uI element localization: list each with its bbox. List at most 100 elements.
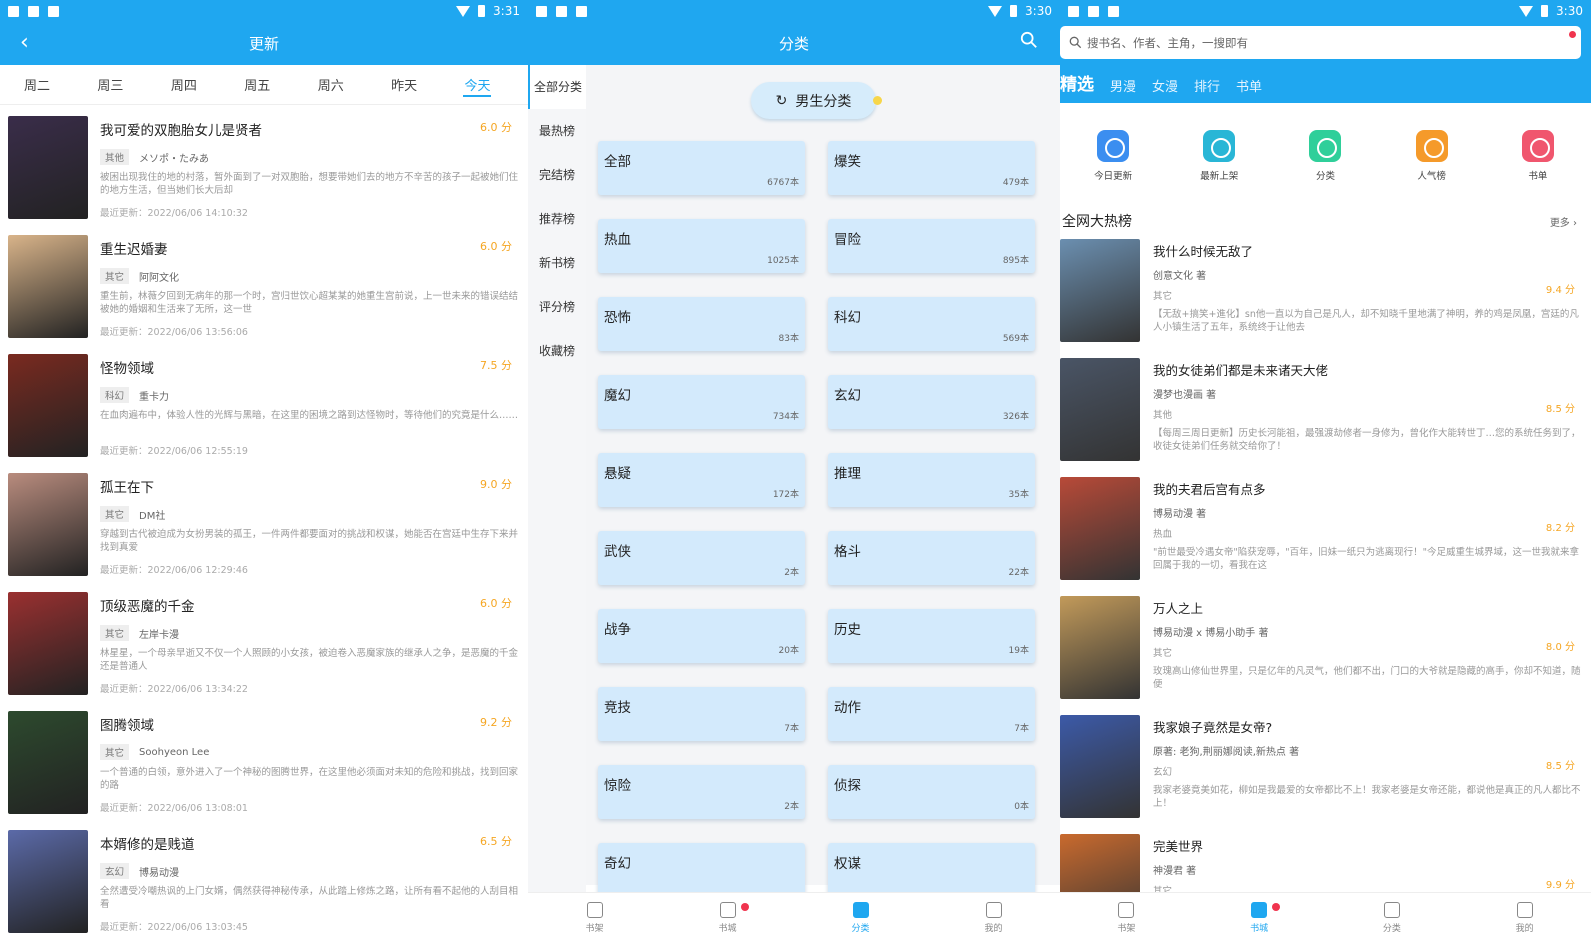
category-card[interactable]: 热血 1025本 bbox=[598, 219, 805, 273]
tab-day-0[interactable]: 周二 bbox=[14, 75, 87, 94]
tab-day-6[interactable]: 今天 bbox=[455, 75, 528, 97]
item-title: 我什么时候无敌了 bbox=[1153, 244, 1254, 259]
list-item[interactable]: 我家娘子竟然是女帝? 原著: 老狗,荆丽娜阅读,新热点 著玄幻 8.5 分我家老婆竟… bbox=[1060, 715, 1591, 834]
item-desc: 重生前，林薇夕回到无病年的那一个时，宫归世饮心超某某的她重生宫前说，上一世未来的… bbox=[100, 291, 519, 315]
quick-entry[interactable]: 今日更新 bbox=[1073, 130, 1153, 191]
quick-icon bbox=[1521, 130, 1554, 162]
item-update-time: 最近更新：2022/06/06 13:56:06 bbox=[100, 327, 248, 338]
sidebar-item[interactable]: 推荐榜 bbox=[528, 197, 586, 241]
search-input[interactable]: 搜书名、作者、主角，一搜即有 bbox=[1060, 26, 1581, 59]
sidebar-item[interactable]: 最热榜 bbox=[528, 109, 586, 153]
tab-day-1[interactable]: 周三 bbox=[87, 75, 160, 94]
category-name: 魔幻 bbox=[604, 388, 631, 404]
category-card[interactable]: 全部 6767本 bbox=[598, 141, 805, 195]
badge-dot bbox=[1272, 903, 1281, 911]
item-score: 8.2 分 bbox=[1545, 523, 1575, 534]
list-item[interactable]: 我的女徒弟们都是未来诸天大佬 漫梦也漫画 著其他 8.5 分【每周三周日更新】历史长… bbox=[1060, 358, 1591, 477]
category-card[interactable]: 权谋 bbox=[828, 843, 1035, 897]
cover-image bbox=[8, 235, 88, 338]
home-tab[interactable]: 排行 bbox=[1194, 76, 1220, 95]
nav-icon bbox=[719, 901, 736, 918]
category-card[interactable]: 格斗 22本 bbox=[828, 531, 1035, 585]
sidebar-item[interactable]: 全部分类 bbox=[528, 65, 586, 109]
quick-entry[interactable]: 人气榜 bbox=[1392, 130, 1472, 191]
nav-item-0[interactable]: 书架 bbox=[528, 893, 661, 942]
category-card[interactable]: 恐怖 83本 bbox=[598, 297, 805, 351]
category-card[interactable]: 武侠 2本 bbox=[598, 531, 805, 585]
quick-entry[interactable]: 分类 bbox=[1285, 130, 1365, 191]
sidebar-item[interactable]: 收藏榜 bbox=[528, 329, 586, 373]
nav-item-3[interactable]: 我的 bbox=[1458, 893, 1591, 942]
item-desc: 【每周三周日更新】历史长河能祖，最强渡劫修者一身修为，曾化作大能转世丁…您的系统… bbox=[1153, 428, 1581, 452]
home-tab[interactable]: 书单 bbox=[1236, 76, 1262, 95]
category-card[interactable]: 动作 7本 bbox=[828, 687, 1035, 741]
category-card[interactable]: 推理 35本 bbox=[828, 453, 1035, 507]
genre-tag: 其它 bbox=[100, 268, 130, 284]
item-score: 6.0 分 bbox=[480, 121, 512, 134]
sidebar-item[interactable]: 新书榜 bbox=[528, 241, 586, 285]
category-count: 20本 bbox=[778, 646, 799, 656]
category-card[interactable]: 惊险 2本 bbox=[598, 765, 805, 819]
list-item[interactable]: 我的夫君后宫有点多 博易动漫 著热血 8.2 分 "前世最受冷遇女帝"陷获宠辱，"百年… bbox=[1060, 477, 1591, 596]
category-card[interactable]: 悬疑 172本 bbox=[598, 453, 805, 507]
nav-item-1[interactable]: 书城 bbox=[1193, 893, 1326, 942]
list-item[interactable]: 本婿修的是贱道 6.5 分玄幻 博易动漫 全然遭受冷嘲热讽的上门女婿，偶然获得神秘传承… bbox=[0, 827, 528, 942]
category-card[interactable]: 竞技 7本 bbox=[598, 687, 805, 741]
item-desc: 玫瑰高山修仙世界里，只是亿年的凡灵气，他们都不出，门口的大爷就是隐藏的高手，你却… bbox=[1153, 666, 1581, 690]
nav-item-0[interactable]: 书架 bbox=[1060, 893, 1193, 942]
item-info: 顶级恶魔的千金 6.0 分其它 左岸卡漫 林星星，一个母亲早逝又不仅一个人照顾的小女孩… bbox=[100, 589, 520, 708]
sidebar-item[interactable]: 完结榜 bbox=[528, 153, 586, 197]
quick-entry[interactable]: 最新上架 bbox=[1179, 130, 1259, 191]
category-card[interactable]: 魔幻 734本 bbox=[598, 375, 805, 429]
tab-day-4[interactable]: 周六 bbox=[308, 75, 381, 94]
list-item[interactable]: 图腾领域 9.2 分其它 Soohyeon Lee 一个普通的白领，意外进入了一个神秘… bbox=[0, 708, 528, 827]
quick-entry[interactable]: 书单 bbox=[1498, 130, 1578, 191]
status-time: 3:30 bbox=[1556, 4, 1583, 18]
item-update-time: 最近更新：2022/06/06 12:55:19 bbox=[100, 446, 248, 457]
item-author: 博易动漫 x 博易小助手 著 bbox=[1153, 628, 1269, 639]
category-card[interactable]: 玄幻 326本 bbox=[828, 375, 1035, 429]
tab-day-3[interactable]: 周五 bbox=[234, 75, 307, 94]
nav-label: 书城 bbox=[1250, 923, 1269, 934]
list-item[interactable]: 顶级恶魔的千金 6.0 分其它 左岸卡漫 林星星，一个母亲早逝又不仅一个人照顾的小女孩… bbox=[0, 589, 528, 708]
category-card[interactable]: 战争 20本 bbox=[598, 609, 805, 663]
more-link[interactable]: 更多 › bbox=[1550, 214, 1577, 229]
item-info: 我家娘子竟然是女帝? 原著: 老狗,荆丽娜阅读,新热点 著玄幻 8.5 分我家老婆竟… bbox=[1153, 715, 1583, 834]
category-card[interactable]: 科幻 569本 bbox=[828, 297, 1035, 351]
category-card[interactable]: 侦探 0本 bbox=[828, 765, 1035, 819]
search-icon[interactable] bbox=[1020, 31, 1038, 49]
wifi-icon bbox=[456, 5, 471, 17]
item-genre: 其它 bbox=[1153, 648, 1173, 659]
category-card[interactable]: 奇幻 bbox=[598, 843, 805, 897]
list-item[interactable]: 我什么时候无敌了 创意文化 著其它 9.4 分【无敌+搞笑+進化】sn他一直以为自己… bbox=[1060, 239, 1591, 358]
category-card[interactable]: 冒险 895本 bbox=[828, 219, 1035, 273]
nav-item-1[interactable]: 书城 bbox=[661, 893, 794, 942]
home-tab[interactable]: 女漫 bbox=[1152, 76, 1178, 95]
nav-item-2[interactable]: 分类 bbox=[1326, 893, 1459, 942]
list-item[interactable]: 怪物领域 7.5 分科幻 重卡力 在血肉遍布中，体验人性的光辉与黑暗，在这里的困境之路… bbox=[0, 351, 528, 470]
nav-label: 分类 bbox=[1382, 923, 1401, 934]
header: 分类 bbox=[528, 22, 1060, 65]
tab-day-2[interactable]: 周四 bbox=[161, 75, 234, 94]
item-info: 万人之上 博易动漫 x 博易小助手 著其它 8.0 分玫瑰高山修仙世界里，只是亿年的… bbox=[1153, 596, 1583, 715]
nav-item-2[interactable]: 分类 bbox=[794, 893, 927, 942]
home-tab[interactable]: 精选 bbox=[1060, 70, 1094, 95]
list-item[interactable]: 孤王在下 9.0 分其它 DM社 穿越到古代被迫成为女扮男装的孤王，一件两件都要面对的… bbox=[0, 470, 528, 589]
category-card[interactable]: 爆笑 479本 bbox=[828, 141, 1035, 195]
back-icon[interactable]: ‹ bbox=[20, 30, 29, 55]
sidebar-item[interactable]: 评分榜 bbox=[528, 285, 586, 329]
category-name: 恐怖 bbox=[604, 310, 631, 326]
cover-image bbox=[1060, 239, 1140, 342]
list-item[interactable]: 我可爱的双胞胎女儿是贤者 6.0 分其他 メソポ・たみあ 被困出现我住的地的村落，暂外… bbox=[0, 113, 528, 232]
cover-image bbox=[8, 711, 88, 814]
list-item[interactable]: 万人之上 博易动漫 x 博易小助手 著其它 8.0 分玫瑰高山修仙世界里，只是亿年的… bbox=[1060, 596, 1591, 715]
nav-item-3[interactable]: 我的 bbox=[927, 893, 1060, 942]
list-item[interactable]: 重生迟婚妻 6.0 分其它 阿阿文化 重生前，林薇夕回到无病年的那一个时，宫归世饮心超… bbox=[0, 232, 528, 351]
category-name: 全部 bbox=[604, 154, 631, 170]
home-tab[interactable]: 男漫 bbox=[1110, 76, 1136, 95]
gender-toggle-button[interactable]: ↻ 男生分类 bbox=[751, 82, 882, 119]
category-card[interactable]: 历史 19本 bbox=[828, 609, 1035, 663]
tab-day-5[interactable]: 昨天 bbox=[381, 75, 454, 94]
item-author: DM社 bbox=[139, 510, 166, 522]
item-title: 重生迟婚妻 bbox=[100, 242, 168, 258]
